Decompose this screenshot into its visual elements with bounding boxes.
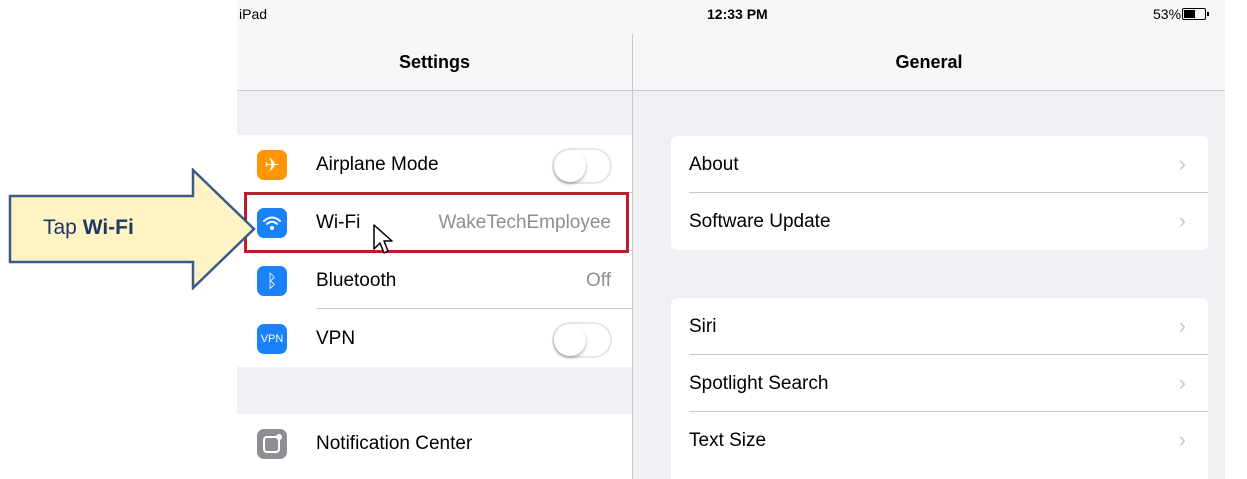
notification-center-label: Notification Center bbox=[316, 433, 473, 454]
airplane-icon: ✈ bbox=[257, 150, 287, 180]
vpn-row[interactable]: VPN VPN bbox=[237, 309, 632, 367]
vpn-label: VPN bbox=[316, 328, 356, 349]
spotlight-search-row[interactable]: Spotlight Search › bbox=[671, 355, 1208, 412]
battery-percent: 53% bbox=[1153, 6, 1182, 22]
text-size-label: Text Size bbox=[689, 430, 767, 451]
airplane-mode-label: Airplane Mode bbox=[316, 154, 439, 175]
chevron-right-icon: › bbox=[1178, 427, 1186, 452]
status-bar: iPad 12:33 PM 53% bbox=[237, 0, 1225, 34]
siri-label: Siri bbox=[689, 316, 717, 337]
about-row[interactable]: About › bbox=[671, 136, 1208, 193]
siri-row[interactable]: Siri › bbox=[671, 298, 1208, 355]
bluetooth-row[interactable]: ᛒ Bluetooth Off bbox=[237, 251, 632, 309]
bluetooth-label: Bluetooth bbox=[316, 270, 397, 291]
callout-prefix: Tap bbox=[43, 216, 83, 239]
mouse-cursor-icon bbox=[373, 224, 393, 254]
software-update-label: Software Update bbox=[689, 211, 831, 232]
wifi-highlight-box bbox=[244, 192, 629, 253]
notification-center-icon bbox=[257, 429, 287, 459]
status-time: 12:33 PM bbox=[707, 6, 768, 22]
callout-bold: Wi-Fi bbox=[82, 216, 134, 239]
battery-icon bbox=[1182, 8, 1209, 20]
bluetooth-icon: ᛒ bbox=[257, 266, 287, 296]
chevron-right-icon: › bbox=[1178, 208, 1186, 233]
device-name: iPad bbox=[239, 6, 268, 22]
airplane-mode-toggle[interactable] bbox=[552, 148, 612, 184]
text-size-row[interactable]: Text Size › bbox=[671, 412, 1208, 479]
spotlight-search-label: Spotlight Search bbox=[689, 373, 829, 394]
general-group-1: About › Software Update › bbox=[671, 136, 1208, 250]
general-group-2: Siri › Spotlight Search › Text Size › bbox=[671, 298, 1208, 479]
general-title: General bbox=[633, 34, 1225, 91]
about-label: About bbox=[689, 154, 739, 175]
chevron-right-icon: › bbox=[1178, 151, 1186, 176]
vpn-icon: VPN bbox=[257, 324, 287, 354]
notification-center-row[interactable]: Notification Center bbox=[237, 414, 632, 479]
chevron-right-icon: › bbox=[1178, 370, 1186, 395]
software-update-row[interactable]: Software Update › bbox=[671, 193, 1208, 250]
airplane-mode-row[interactable]: ✈ Airplane Mode bbox=[237, 135, 632, 193]
settings-title: Settings bbox=[237, 34, 632, 91]
general-pane: General About › Software Update › Siri ›… bbox=[633, 0, 1225, 479]
chevron-right-icon: › bbox=[1178, 313, 1186, 338]
bluetooth-value: Off bbox=[586, 270, 611, 291]
vpn-toggle[interactable] bbox=[552, 322, 612, 358]
callout-text: Tap Wi-Fi bbox=[43, 216, 134, 240]
